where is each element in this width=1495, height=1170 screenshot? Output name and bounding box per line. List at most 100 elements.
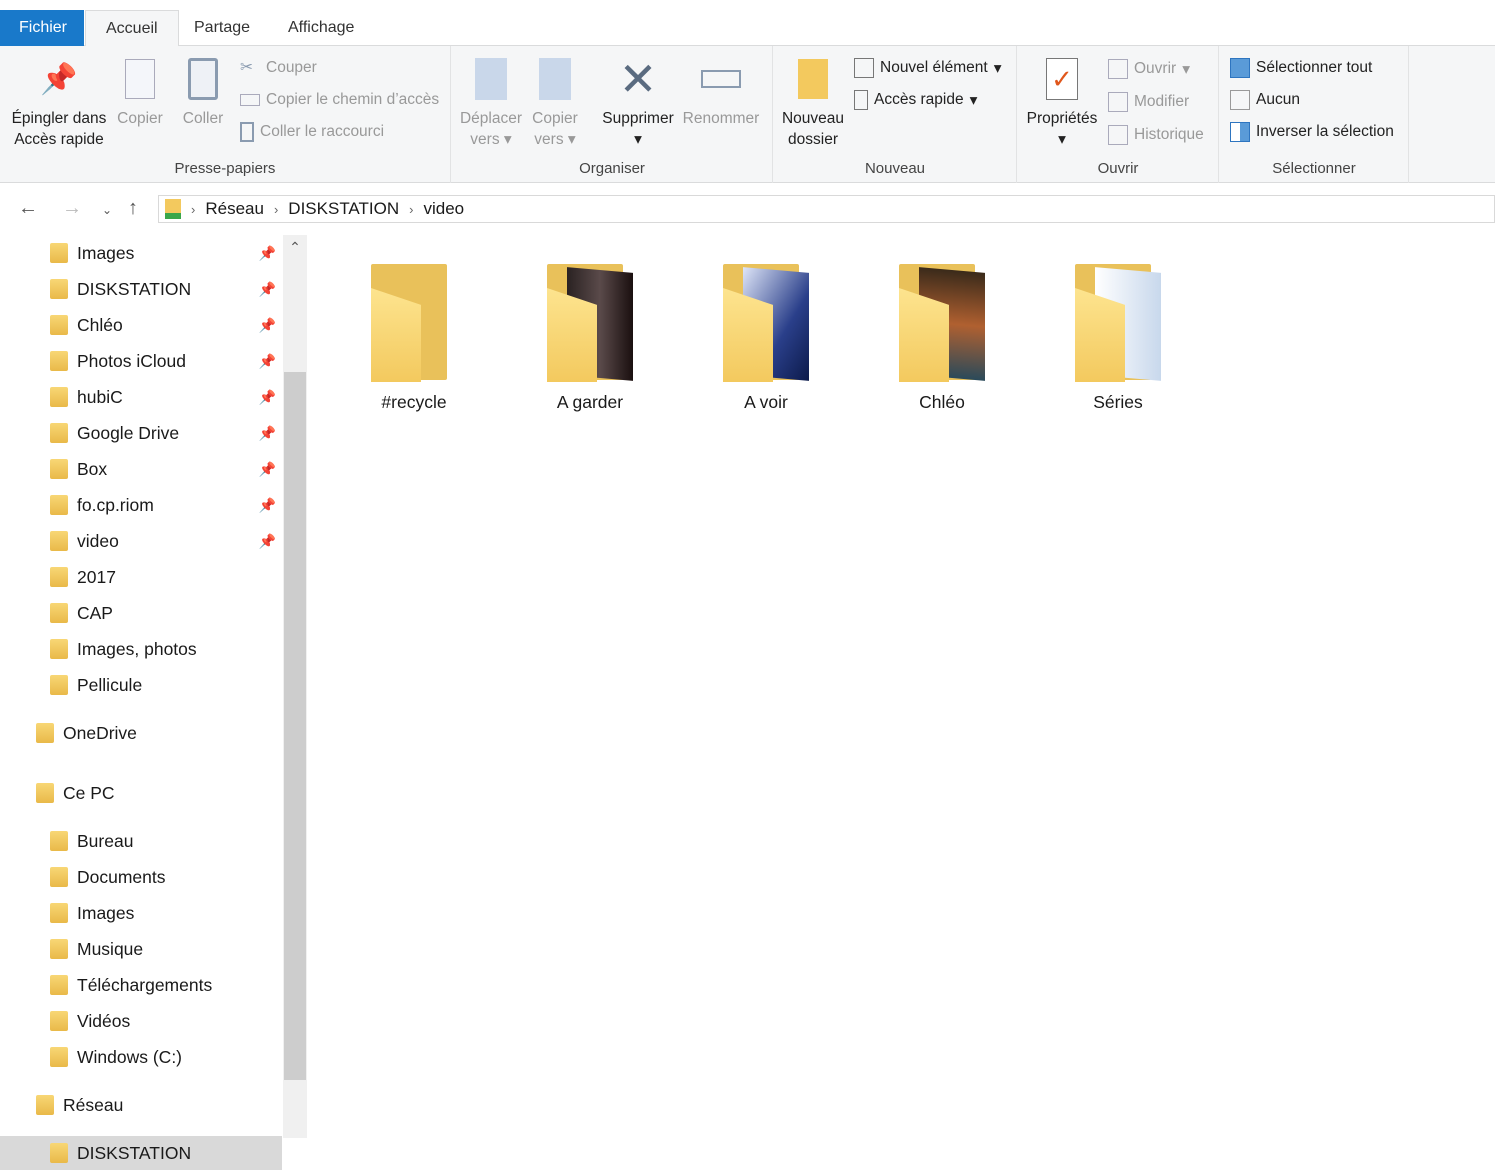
forward-arrow-icon[interactable]: → [62,197,82,220]
network-folder-icon [165,199,181,219]
move-icon [471,56,511,102]
group-open: ✓ Propriétés ▾ Ouvrir ▾ Modifier Historiqu… [1018,46,1219,183]
sidebar-item[interactable]: 2017 [0,560,282,594]
nav-scrollbar[interactable]: ⌃ [283,235,307,1138]
pin-icon[interactable]: 📌 [259,461,276,478]
sidebar-item[interactable]: CAP [0,596,282,630]
pin-icon[interactable]: 📌 [259,281,276,298]
folder-item[interactable]: #recycle [339,260,489,413]
pin-icon[interactable]: 📌 [259,389,276,406]
sidebar-item-label: hubiC [77,386,123,407]
sidebar-item[interactable]: video 📌 [0,524,282,558]
sidebar-item[interactable]: Chléo 📌 [0,308,282,342]
recent-chevron-down-icon[interactable]: ⌄ [102,203,112,217]
cut-button[interactable]: ✂ Couper [240,56,317,80]
sidebar-item-label: Photos iCloud [77,350,186,371]
ribbon-tabs: Fichier Accueil Partage Affichage [0,10,1495,47]
copy-path-button[interactable]: Copier le chemin d’accès [240,88,439,112]
new-folder-button[interactable]: Nouveau dossier [780,56,846,150]
ribbon: 📌 Épingler dans Accès rapide Copier Coller… [0,46,1495,183]
folder-icon [36,1095,54,1115]
sidebar-item-label: Vidéos [77,1010,131,1031]
sidebar-item-label: OneDrive [63,722,137,743]
folder-icon [719,260,813,384]
folder-icon [543,260,637,384]
copy-to-icon [535,56,575,102]
sidebar-item-label: Réseau [63,1094,124,1115]
new-item-button[interactable]: Nouvel élément ▾ [854,56,1001,80]
pin-icon[interactable]: 📌 [259,425,276,442]
breadcrumb-diskstation[interactable]: DISKSTATION [288,199,399,219]
invert-selection-button[interactable]: Inverser la sélection [1230,120,1394,144]
sidebar-item[interactable]: Photos iCloud 📌 [0,344,282,378]
pin-icon[interactable]: 📌 [259,497,276,514]
label: Propriétés [1026,110,1098,127]
folder-name: Chléo [919,392,965,412]
label: vers [534,131,564,148]
properties-button[interactable]: ✓ Propriétés ▾ [1022,56,1102,150]
back-arrow-icon[interactable]: ← [18,197,38,220]
pin-icon[interactable]: 📌 [259,317,276,334]
paste-shortcut-button[interactable]: Coller le raccourci [240,120,384,144]
pin-icon[interactable]: 📌 [259,353,276,370]
label: Aucun [1256,91,1300,108]
pin-icon[interactable]: 📌 [259,245,276,262]
copy-button[interactable]: Copier [114,56,166,129]
folder-icon [50,675,68,695]
folder-icon [895,260,989,384]
select-all-button[interactable]: Sélectionner tout [1230,56,1372,80]
pin-icon[interactable]: 📌 [259,533,276,550]
easy-access-button[interactable]: Accès rapide ▾ [854,88,977,112]
folder-icon [50,975,68,995]
select-none-button[interactable]: Aucun [1230,88,1300,112]
sidebar-item[interactable]: DISKSTATION 📌 [0,272,282,306]
pin-quick-access-button[interactable]: 📌 Épingler dans Accès rapide [8,56,110,150]
breadcrumb-video[interactable]: video [423,199,464,219]
rename-button[interactable]: Renommer [680,56,762,129]
paste-button[interactable]: Coller [178,56,228,129]
folder-item[interactable]: Séries [1043,260,1193,413]
sidebar-item[interactable]: OneDrive [0,716,282,750]
tab-accueil[interactable]: Accueil [85,10,179,47]
sidebar-item[interactable]: hubiC 📌 [0,380,282,414]
tab-partage[interactable]: Partage [174,10,270,46]
address-bar[interactable]: › Réseau › DISKSTATION › video [158,195,1495,223]
sidebar-item[interactable]: Box 📌 [0,452,282,486]
up-arrow-icon[interactable]: ↑ [128,197,138,220]
folder-name: Séries [1093,392,1143,412]
sidebar-item[interactable]: Réseau [0,1088,282,1122]
sidebar-item[interactable]: Windows (C:) [0,1040,282,1074]
sidebar-item[interactable]: Documents [0,860,282,894]
label: Épingler dans [11,110,107,127]
move-to-button[interactable]: Déplacer vers ▾ [458,56,524,150]
label: Ouvrir [1134,60,1177,77]
scrollbar-thumb[interactable] [284,372,306,1080]
sidebar-item[interactable]: Pellicule [0,668,282,702]
history-button[interactable]: Historique [1108,123,1204,147]
sidebar-item[interactable]: Images, photos [0,632,282,666]
sidebar-item[interactable]: Vidéos [0,1004,282,1038]
scroll-up-icon[interactable]: ⌃ [283,239,307,256]
sidebar-item[interactable]: Musique [0,932,282,966]
open-button[interactable]: Ouvrir ▾ [1108,57,1190,81]
group-clipboard: 📌 Épingler dans Accès rapide Copier Coller… [0,46,451,183]
breadcrumb-reseau[interactable]: Réseau [205,199,264,219]
folder-item[interactable]: Chléo [867,260,1017,413]
folder-item[interactable]: A garder [515,260,665,413]
delete-button[interactable]: ✕ Supprimer ▾ [598,56,678,150]
tab-affichage[interactable]: Affichage [268,10,374,46]
sidebar-item[interactable]: Google Drive 📌 [0,416,282,450]
sidebar-item[interactable]: Téléchargements [0,968,282,1002]
sidebar-item[interactable]: DISKSTATION [0,1136,282,1170]
sidebar-item[interactable]: Bureau [0,824,282,858]
sidebar-item[interactable]: Images [0,896,282,930]
tab-fichier[interactable]: Fichier [0,10,84,46]
new-item-icon [854,58,874,78]
rename-icon [701,56,741,102]
edit-button[interactable]: Modifier [1108,90,1189,114]
sidebar-item[interactable]: Ce PC [0,776,282,810]
sidebar-item[interactable]: Images 📌 [0,236,282,270]
folder-item[interactable]: A voir [691,260,841,413]
sidebar-item[interactable]: fo.cp.riom 📌 [0,488,282,522]
copy-to-button[interactable]: Copier vers ▾ [528,56,582,150]
